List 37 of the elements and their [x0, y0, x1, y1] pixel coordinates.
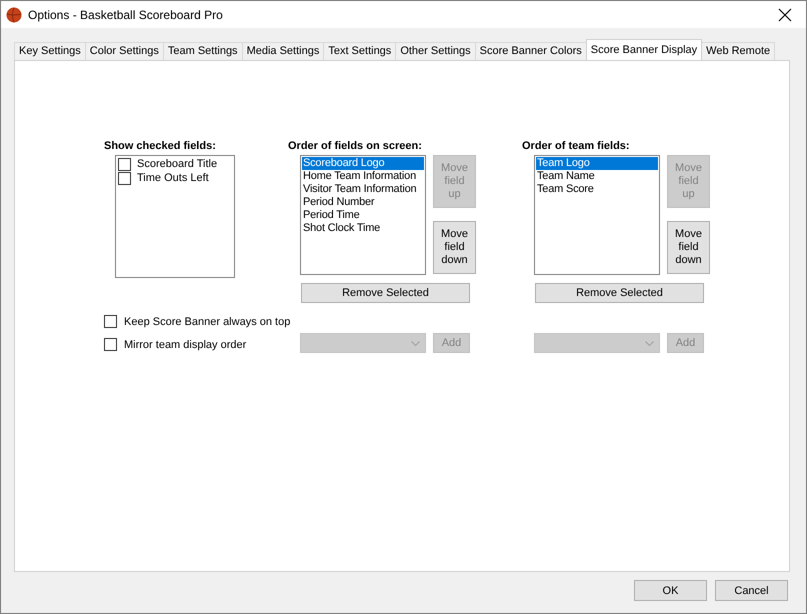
- list-item[interactable]: Team Logo: [536, 157, 658, 170]
- section-heading: Order of team fields:: [522, 139, 631, 154]
- checkbox-label: Scoreboard Title: [137, 158, 218, 170]
- chevron-down-icon: [645, 340, 654, 346]
- list-item[interactable]: Team Name: [536, 170, 658, 183]
- chevron-down-icon: [411, 340, 420, 346]
- list-item[interactable]: Home Team Information: [302, 170, 424, 183]
- tab[interactable]: Key Settings: [14, 42, 86, 60]
- list-item[interactable]: Period Time: [302, 209, 424, 222]
- list-item[interactable]: Visitor Team Information: [302, 183, 424, 196]
- dialog-button[interactable]: Cancel: [715, 580, 788, 601]
- list-item[interactable]: Team Score: [536, 183, 658, 196]
- list-box[interactable]: Team Logo Team Name Team Score: [534, 155, 660, 275]
- checkbox[interactable]: [104, 338, 117, 351]
- tab[interactable]: Web Remote: [701, 42, 776, 60]
- section-heading: Order of fields on screen:: [288, 139, 423, 154]
- checked-list-box[interactable]: Scoreboard Title Time Outs Left: [115, 155, 235, 278]
- checkbox-label: Keep Score Banner always on top: [124, 316, 290, 328]
- dialog-button[interactable]: OK: [634, 580, 707, 601]
- remove-selected-button[interactable]: Remove Selected: [535, 283, 704, 303]
- list-box[interactable]: Scoreboard Logo Home Team Information Visitor Team Information Period Number Period Time Shot Clock Time: [300, 155, 426, 275]
- section-heading: Show checked fields:: [104, 139, 217, 154]
- move-down-button[interactable]: Move field down: [667, 221, 710, 274]
- checkbox[interactable]: [104, 315, 117, 328]
- move-down-button[interactable]: Move field down: [433, 221, 476, 274]
- list-item[interactable]: Period Number: [302, 196, 424, 209]
- list-item[interactable]: Shot Clock Time: [302, 222, 424, 235]
- checkbox[interactable]: [118, 172, 131, 184]
- list-item[interactable]: Scoreboard Logo: [302, 157, 424, 170]
- checkbox-label: Time Outs Left: [137, 172, 209, 184]
- basketball-icon: [6, 6, 22, 22]
- window-title: Options - Basketball Scoreboard Pro: [28, 8, 224, 22]
- checkbox[interactable]: [118, 158, 131, 170]
- close-icon[interactable]: [778, 8, 792, 22]
- checkbox-label: Mirror team display order: [124, 338, 246, 350]
- remove-selected-button[interactable]: Remove Selected: [301, 283, 470, 303]
- tab[interactable]: Score Banner Display: [586, 39, 702, 60]
